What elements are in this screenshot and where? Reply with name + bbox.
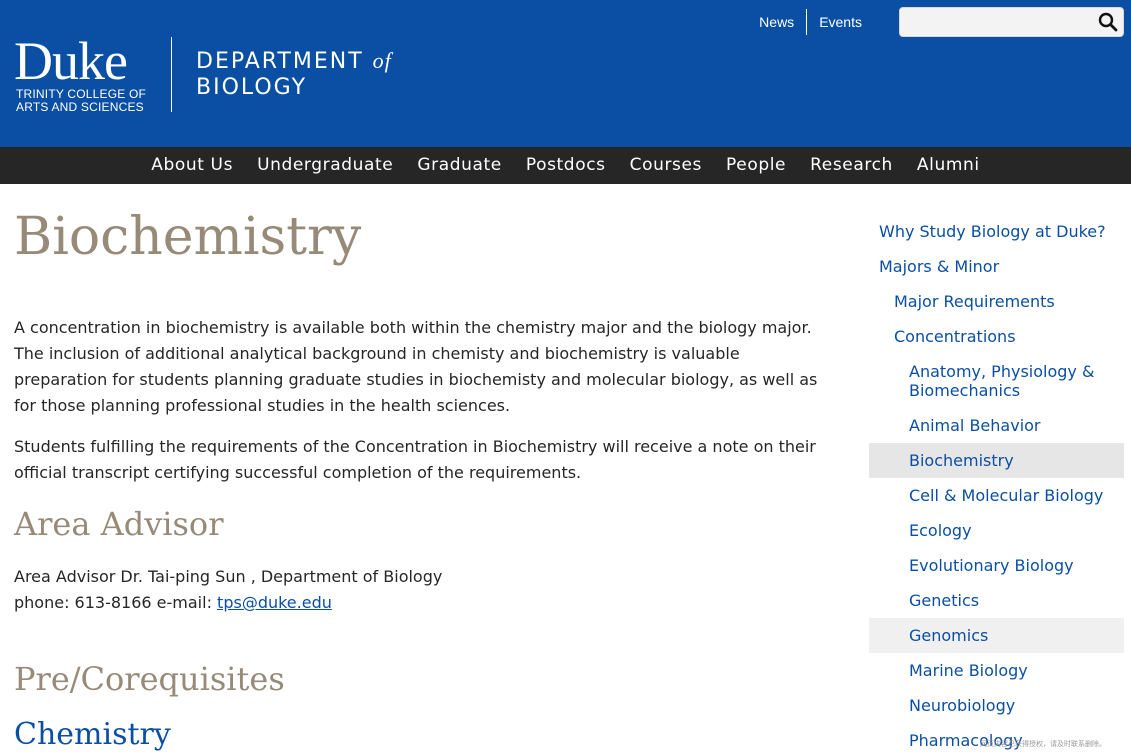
dept-line2: BIOLOGY (196, 75, 308, 100)
transcript-paragraph: Students fulfilling the requirements of … (14, 437, 816, 482)
contact-line: phone: 613-8166 e-mail: tps@duke.edu (14, 590, 442, 616)
sidebar-item-major-requirements[interactable]: Major Requirements (869, 284, 1124, 319)
dept-line1: DEPARTMENT (196, 49, 364, 74)
page-title: Biochemistry (14, 207, 362, 267)
sidebar-item-cell-molecular[interactable]: Cell & Molecular Biology (869, 478, 1124, 513)
dept-of: of (372, 48, 392, 73)
advisor-heading: Area Advisor (14, 505, 224, 543)
sidebar-item-biochemistry[interactable]: Biochemistry (869, 443, 1124, 478)
sidebar-item-neurobiology[interactable]: Neurobiology (869, 688, 1124, 723)
sidebar-item-evolutionary-biology[interactable]: Evolutionary Biology (869, 548, 1124, 583)
nav-postdocs[interactable]: Postdocs (514, 147, 618, 184)
sidebar-item-anatomy[interactable]: Anatomy, Physiology & Biomechanics (869, 354, 1104, 408)
intro-paragraph: A concentration in biochemistry is avail… (14, 318, 818, 415)
logo-subtitle-line2: ARTS AND SCIENCES (16, 100, 144, 114)
sidebar-item-ecology[interactable]: Ecology (869, 513, 1124, 548)
main-nav: About Us Undergraduate Graduate Postdocs… (0, 147, 1131, 184)
nav-undergraduate[interactable]: Undergraduate (245, 147, 405, 184)
duke-logo[interactable]: Duke (14, 32, 128, 90)
chemistry-heading: Chemistry (14, 717, 171, 752)
sidebar-item-marine-biology[interactable]: Marine Biology (869, 653, 1124, 688)
utility-nav: News Events (747, 9, 874, 35)
site-header: Duke TRINITY COLLEGE OF ARTS AND SCIENCE… (0, 0, 1131, 147)
department-name[interactable]: DEPARTMENT of BIOLOGY (196, 48, 392, 101)
advisor-info: Area Advisor Dr. Tai-ping Sun , Departme… (14, 564, 442, 616)
sidebar-item-genetics[interactable]: Genetics (869, 583, 1124, 618)
events-link[interactable]: Events (807, 9, 874, 35)
sidebar-item-majors-minor[interactable]: Majors & Minor (869, 249, 1124, 284)
phone-text: phone: 613-8166 e-mail: (14, 593, 218, 612)
watermark-text: 网页内容已获得授权，请及时联系删除。 (980, 740, 1106, 748)
search-box (899, 7, 1124, 37)
sidebar-item-animal-behavior[interactable]: Animal Behavior (869, 408, 1124, 443)
logo-subtitle: TRINITY COLLEGE OF ARTS AND SCIENCES (16, 88, 146, 114)
sidebar-item-genomics[interactable]: Genomics (869, 618, 1124, 653)
news-link[interactable]: News (747, 9, 806, 35)
nav-graduate[interactable]: Graduate (405, 147, 514, 184)
nav-people[interactable]: People (714, 147, 798, 184)
sidebar-item-why-study[interactable]: Why Study Biology at Duke? (869, 214, 1124, 249)
nav-about-us[interactable]: About Us (139, 147, 245, 184)
logo-divider (171, 37, 172, 112)
nav-research[interactable]: Research (798, 147, 905, 184)
search-input[interactable] (900, 8, 1090, 36)
advisor-line: Area Advisor Dr. Tai-ping Sun , Departme… (14, 567, 443, 586)
email-link[interactable]: tps@duke.edu (217, 593, 332, 612)
sidebar-nav: Why Study Biology at Duke? Majors & Mino… (869, 214, 1124, 754)
prereq-heading: Pre/Corequisites (14, 660, 285, 698)
nav-courses[interactable]: Courses (618, 147, 714, 184)
sidebar-item-concentrations[interactable]: Concentrations (869, 319, 1124, 354)
search-icon[interactable] (1098, 12, 1118, 32)
nav-alumni[interactable]: Alumni (905, 147, 992, 184)
